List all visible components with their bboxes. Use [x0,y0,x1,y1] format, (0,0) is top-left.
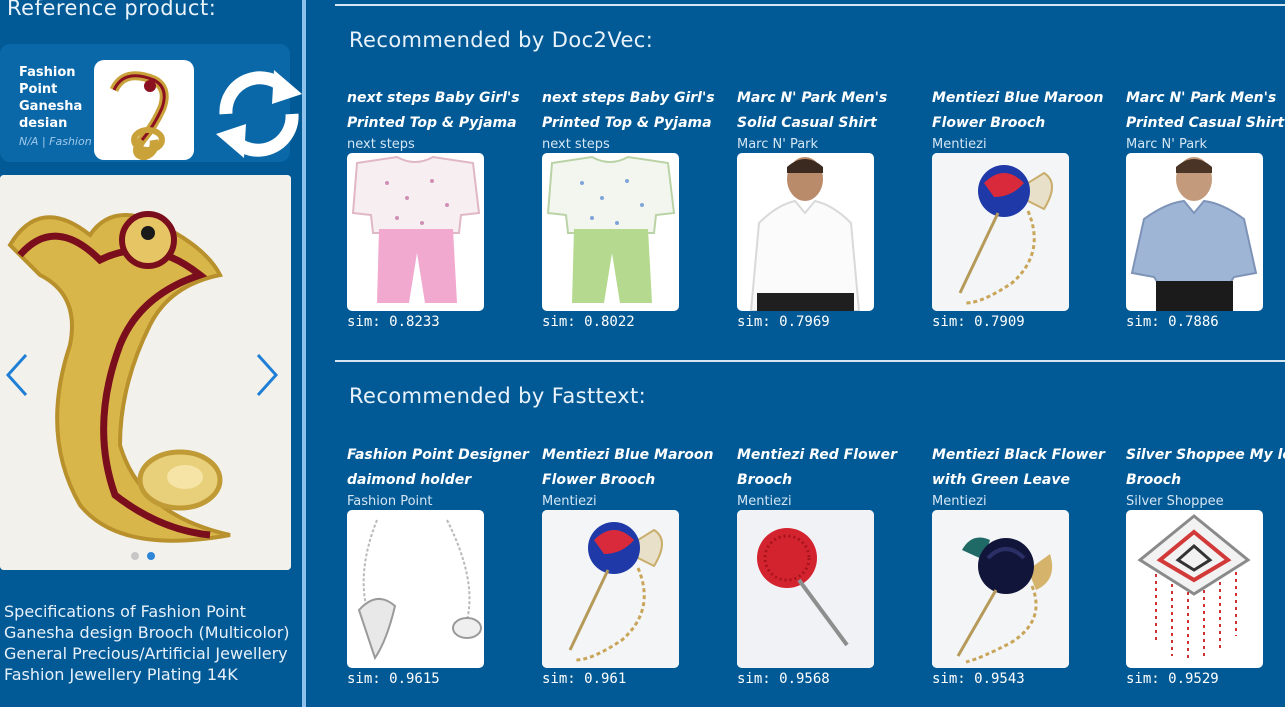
recommendation-card[interactable]: next steps Baby Girl's Printed Top & Pyja… [542,86,732,330]
product-brand: Marc N' Park [737,137,819,152]
product-name: Mentiezi Blue Maroon Flower Brooch [932,90,1104,131]
recommendation-card[interactable]: Marc N' Park Men's Solid Casual Shirt Mar… [737,86,927,330]
similarity-score: sim: 0.9543 [932,671,1025,687]
product-brand: next steps [347,137,415,152]
similarity-score: sim: 0.9615 [347,671,440,687]
similarity-score: sim: 0.8022 [542,314,635,330]
reference-meta: N/A | Fashion [19,135,92,148]
product-image[interactable] [737,510,874,668]
product-name: Mentiezi Black Flower with Green Leave [932,447,1105,488]
product-brand: Fashion Point [347,494,433,509]
similarity-score: sim: 0.9568 [737,671,830,687]
carousel-prev-button[interactable] [2,352,32,398]
product-name: Mentiezi Blue Maroon Flower Brooch [542,447,714,488]
product-brand: Mentiezi [737,494,792,509]
reference-title: Reference product: [7,0,217,20]
product-name: Marc N' Park Men's Printed Casual Shirt [1126,90,1285,131]
section-divider [335,4,1285,6]
section-title-fasttext: Recommended by Fasttext: [349,384,647,408]
refresh-button[interactable] [214,64,302,164]
reference-thumbnail[interactable] [94,60,194,160]
chevron-left-icon [5,353,28,397]
product-brand: Mentiezi [932,494,987,509]
product-name: next steps Baby Girl's Printed Top & Pyja… [542,90,715,131]
product-image[interactable] [542,153,679,311]
product-name: next steps Baby Girl's Printed Top & Pyja… [347,90,520,131]
recommendation-card[interactable]: Marc N' Park Men's Printed Casual Shirt M… [1126,86,1285,330]
brooch-main-image [0,175,291,570]
panel-divider [302,0,306,707]
recommendation-card[interactable]: Silver Shoppee My loveBrooch Silver Shop… [1126,443,1285,687]
product-image[interactable] [737,153,874,311]
recommendation-card[interactable]: Mentiezi Blue Maroon Flower Brooch Mentie… [932,86,1122,330]
similarity-score: sim: 0.9529 [1126,671,1219,687]
product-image[interactable] [1126,153,1263,311]
reference-specifications: Specifications of Fashion Point Ganesha … [4,602,290,684]
product-name: Silver Shoppee My loveBrooch [1126,447,1285,488]
product-image[interactable] [542,510,679,668]
product-brand: next steps [542,137,610,152]
similarity-score: sim: 0.7969 [737,314,830,330]
recommendation-card[interactable]: next steps Baby Girl's Printed Top & Pyja… [347,86,537,330]
product-image[interactable] [932,153,1069,311]
section-divider [335,360,1285,362]
product-brand: Mentiezi [542,494,597,509]
carousel-indicators [131,552,155,560]
recommendation-card[interactable]: Fashion Point Designer daimond holder Fas… [347,443,537,687]
similarity-score: sim: 0.7886 [1126,314,1219,330]
carousel-dot-active[interactable] [147,552,155,560]
recommendation-card[interactable]: Mentiezi Black Flower with Green Leave Me… [932,443,1122,687]
product-brand: Mentiezi [932,137,987,152]
product-image[interactable] [1126,510,1263,668]
product-name: Fashion Point Designer daimond holder [347,447,529,488]
product-image[interactable] [347,153,484,311]
product-image[interactable] [932,510,1069,668]
product-brand: Silver Shoppee [1126,494,1224,509]
carousel-next-button[interactable] [252,352,282,398]
recommendation-card[interactable]: Mentiezi Blue Maroon Flower Brooch Mentie… [542,443,732,687]
product-name: Mentiezi Red Flower Brooch [737,447,897,488]
refresh-icon [216,70,302,158]
reference-name: Fashion Point Ganesha desian [19,65,83,131]
recommendation-card[interactable]: Mentiezi Red Flower Brooch Mentiezi sim: … [737,443,927,687]
similarity-score: sim: 0.961 [542,671,627,687]
product-image[interactable] [347,510,484,668]
similarity-score: sim: 0.7909 [932,314,1025,330]
product-image-carousel[interactable] [0,175,291,570]
section-title-doc2vec: Recommended by Doc2Vec: [349,28,654,52]
reference-panel: Reference product: Fashion Point Ganesha… [0,0,302,707]
chevron-right-icon [256,353,279,397]
product-brand: Marc N' Park [1126,137,1208,152]
similarity-score: sim: 0.8233 [347,314,440,330]
product-name: Marc N' Park Men's Solid Casual Shirt [737,90,888,131]
carousel-dot[interactable] [131,552,139,560]
